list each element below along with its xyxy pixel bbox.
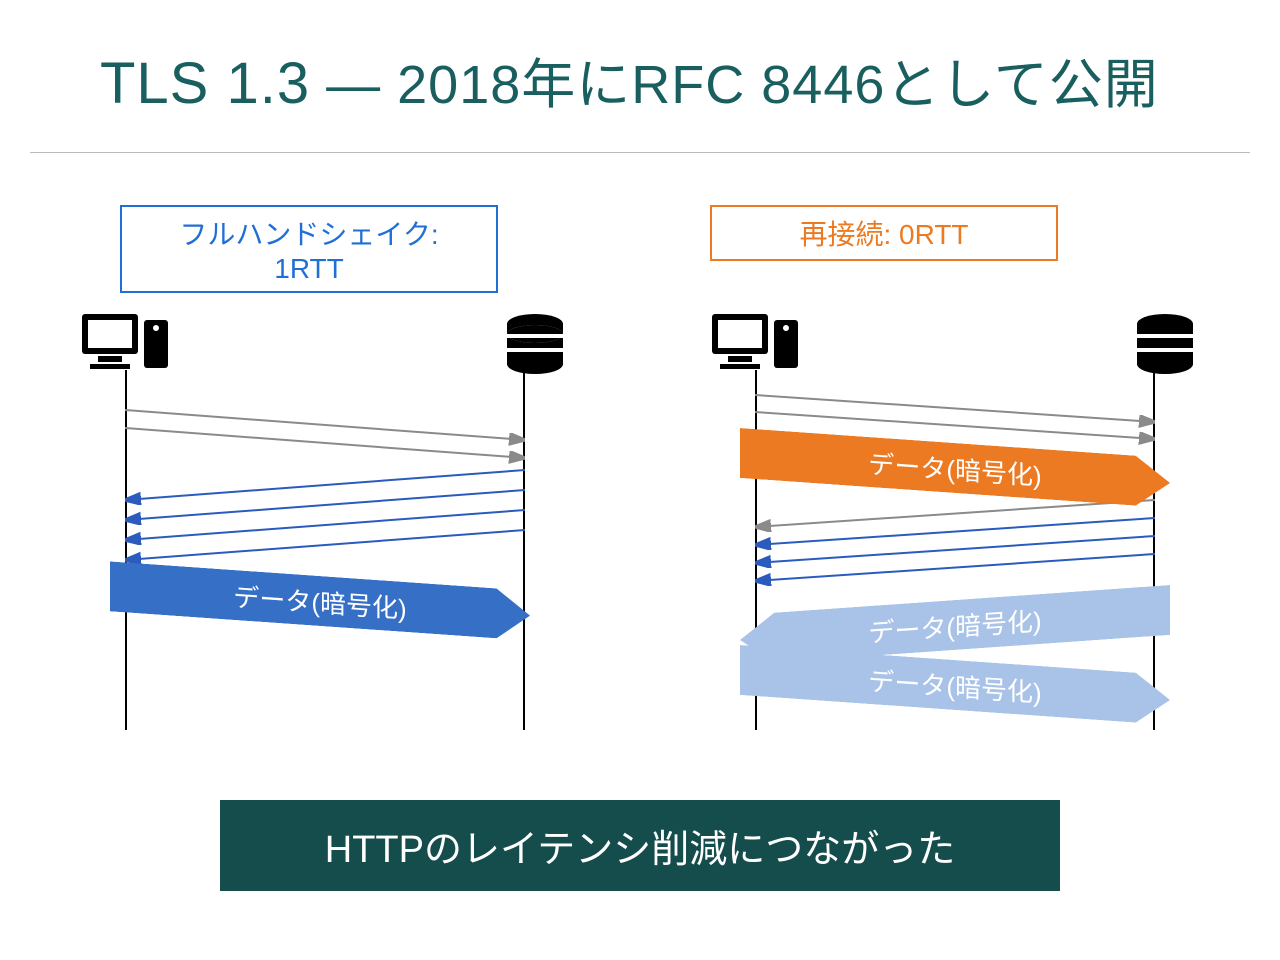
title-main: TLS 1.3 [100, 51, 310, 116]
request-data-arrow: データ(暗号化) [740, 645, 1170, 725]
slide: TLS 1.3 — 2018年にRFC 8446として公開 フルハンドシェイク:… [0, 0, 1280, 960]
title-sub: — 2018年にRFC 8446として公開 [326, 55, 1159, 115]
badge-full-handshake: フルハンドシェイク: 1RTT [120, 205, 498, 293]
slide-title: TLS 1.3 — 2018年にRFC 8446として公開 [100, 40, 1159, 119]
badge-reconnect: 再接続: 0RTT [710, 205, 1058, 261]
conclusion-banner: HTTPのレイテンシ削減につながった [220, 800, 1060, 891]
diagram-reconnect: データ(暗号化) データ(暗号化) データ(暗号化) [710, 310, 1200, 730]
divider [30, 152, 1250, 153]
diagram-full-handshake: データ(暗号化) [80, 310, 570, 730]
